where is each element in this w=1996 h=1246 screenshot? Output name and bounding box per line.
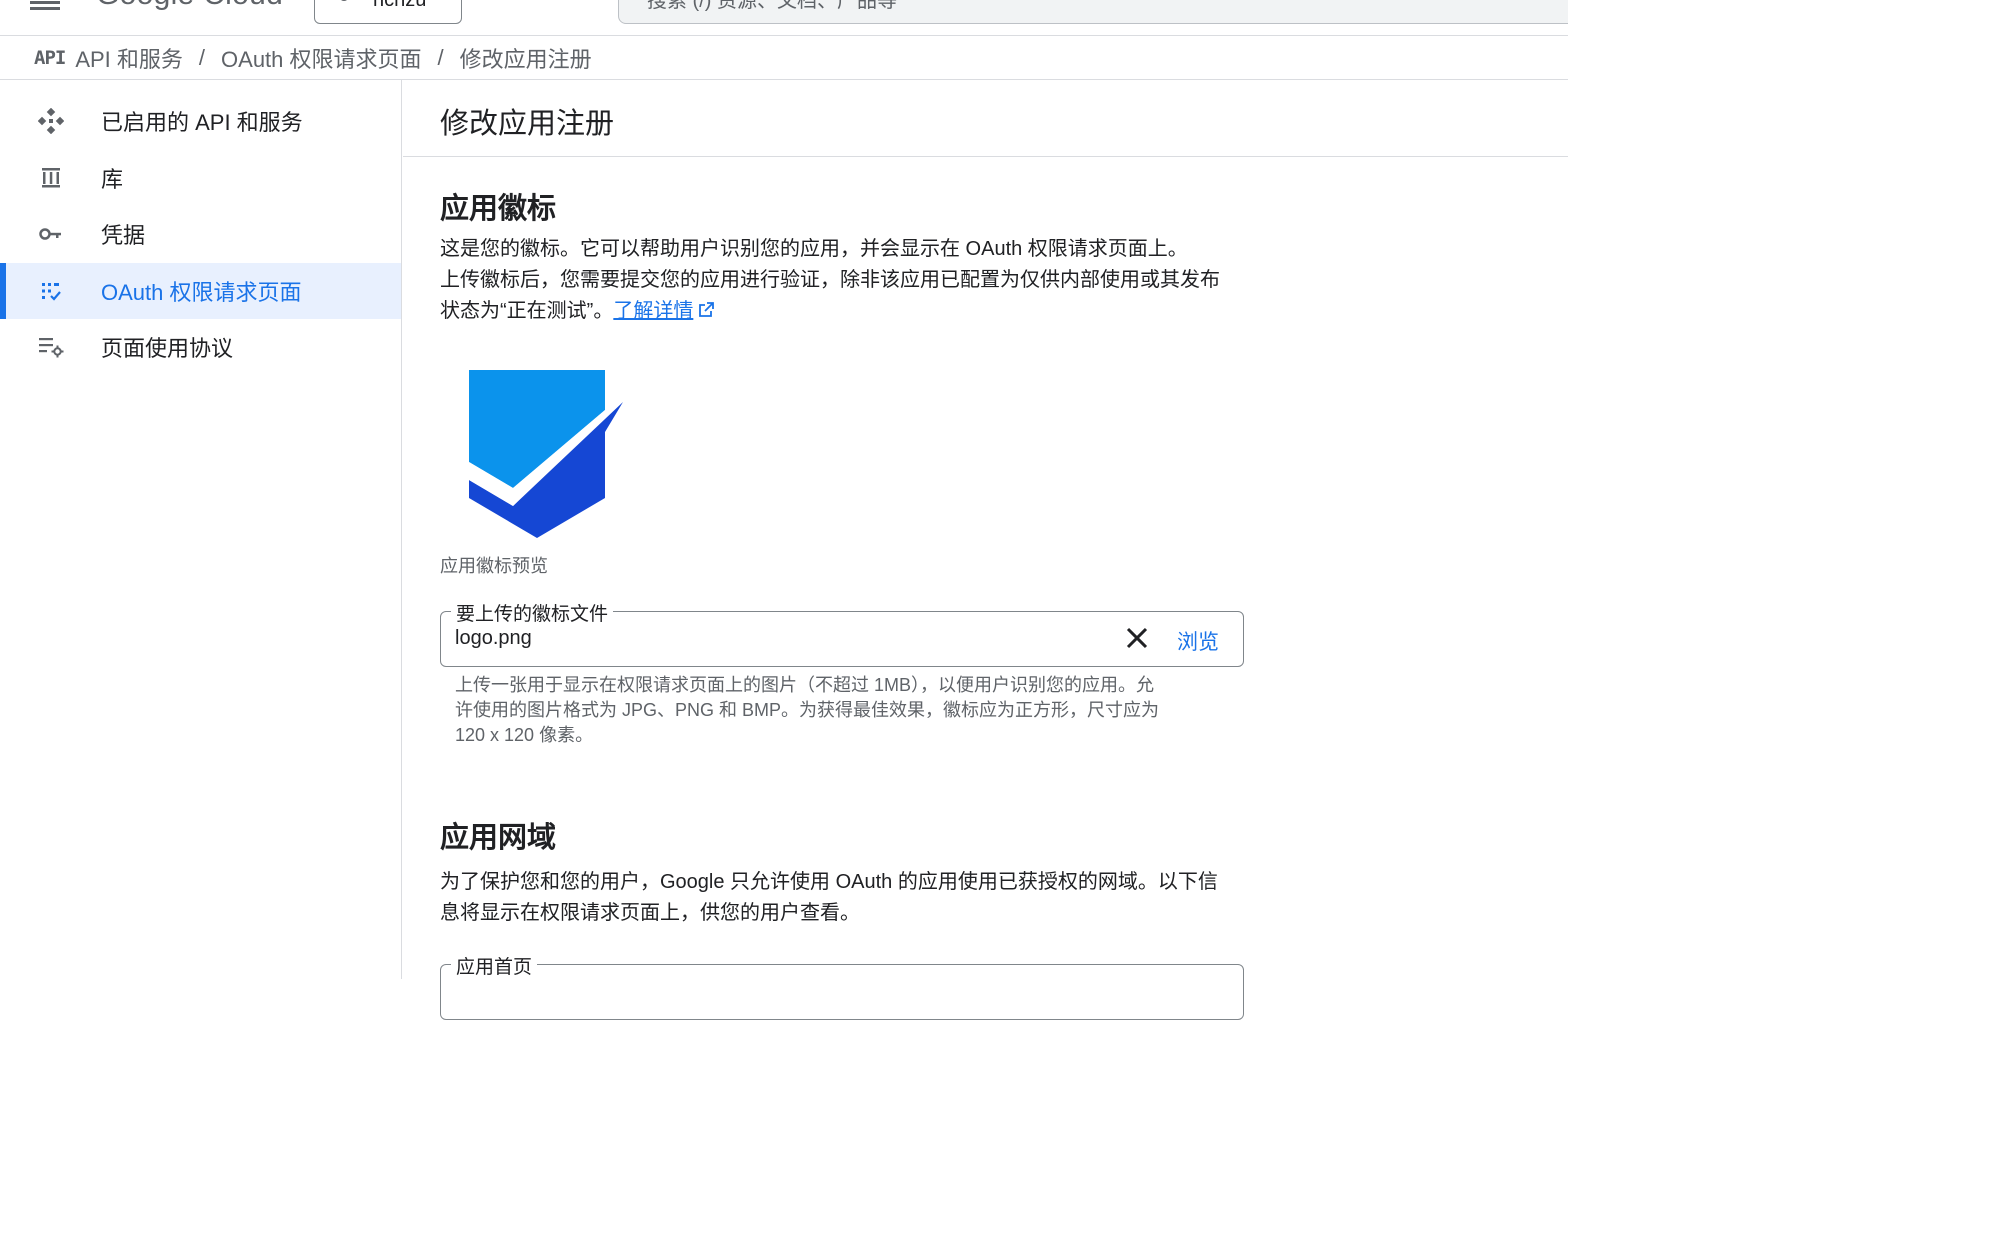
oauth-consent-icon xyxy=(38,278,64,304)
top-app-bar: Google Cloud ncnzu 搜索 (/) 资源、文档、产品等 xyxy=(0,0,1568,36)
logo-file-field-label: 要上传的徽标文件 xyxy=(451,599,614,626)
project-label: ncnzu xyxy=(373,0,427,11)
app-logo-preview-image xyxy=(469,370,623,538)
hint-line: 许使用的图片格式为 JPG、PNG 和 BMP。为获得最佳效果，徽标应为正方形，… xyxy=(455,700,1160,720)
app-domain-section-title: 应用网域 xyxy=(440,822,557,854)
description-line: 息将显示在权限请求页面上，供您的用户查看。 xyxy=(440,902,860,924)
key-icon xyxy=(38,221,64,247)
sidebar-item-oauth-consent[interactable]: OAuth 权限请求页面 xyxy=(0,262,401,319)
library-icon xyxy=(38,165,64,191)
sidebar-item-label: 已启用的 API 和服务 xyxy=(101,110,303,136)
page-title: 修改应用注册 xyxy=(440,108,615,140)
logo-file-name: logo.png xyxy=(455,627,532,649)
description-line: 为了保护您和您的用户，Google 只允许使用 OAuth 的应用使用已获授权的… xyxy=(440,871,1218,893)
logo-file-hint: 上传一张用于显示在权限请求页面上的图片（不超过 1MB），以便用户识别您的应用。… xyxy=(455,673,1215,748)
app-logo-description: 这是您的徽标。它可以帮助用户识别您的应用，并会显示在 OAuth 权限请求页面上… xyxy=(440,234,1250,329)
sidebar-item-enabled-apis[interactable]: 已启用的 API 和服务 xyxy=(0,93,401,150)
breadcrumb: API API 和服务 / OAuth 权限请求页面 / 修改应用注册 xyxy=(0,36,1568,80)
project-picker-button[interactable]: ncnzu xyxy=(314,0,462,24)
sidebar-item-credentials[interactable]: 凭据 xyxy=(0,206,401,263)
search-placeholder: 搜索 (/) 资源、文档、产品等 xyxy=(647,0,897,12)
browse-button[interactable]: 浏览 xyxy=(1177,626,1219,656)
api-icon: API xyxy=(34,46,66,69)
clear-file-button[interactable] xyxy=(1123,624,1151,652)
sidebar-item-page-usage[interactable]: 页面使用协议 xyxy=(0,319,401,376)
app-logo-section-title: 应用徽标 xyxy=(440,193,557,225)
breadcrumb-item-oauth-consent[interactable]: OAuth 权限请求页面 xyxy=(221,42,421,74)
learn-more-link[interactable]: 了解详情 xyxy=(613,300,693,322)
app-domain-description: 为了保护您和您的用户，Google 只允许使用 OAuth 的应用使用已获授权的… xyxy=(440,867,1250,929)
app-homepage-field-label: 应用首页 xyxy=(451,952,538,979)
breadcrumb-separator: / xyxy=(437,44,444,70)
page-usage-icon xyxy=(38,334,64,360)
description-text: 状态为“正在测试”。 xyxy=(440,300,614,322)
description-line: 状态为“正在测试”。了解详情 xyxy=(440,296,1250,329)
main-content: 修改应用注册 应用徽标 这是您的徽标。它可以帮助用户识别您的应用，并会显示在 O… xyxy=(403,80,1568,1020)
logo-file-field[interactable]: 要上传的徽标文件 logo.png 浏览 xyxy=(440,599,1244,667)
learn-more-label: 了解详情 xyxy=(613,300,694,322)
hint-line: 120 x 120 像素。 xyxy=(455,725,594,745)
sidebar-item-label: 库 xyxy=(101,166,124,192)
sidebar-item-label: 凭据 xyxy=(101,223,146,249)
google-cloud-logo[interactable]: Google Cloud xyxy=(96,0,283,12)
app-homepage-field[interactable]: 应用首页 xyxy=(440,952,1244,1020)
api-services-icon xyxy=(38,108,64,135)
sidebar-item-library[interactable]: 库 xyxy=(0,150,401,207)
description-line: 上传徽标后，您需要提交您的应用进行验证，除非该应用已配置为仅供内部使用或其发布 xyxy=(440,269,1220,291)
project-icon xyxy=(339,0,349,1)
sidebar-item-label: 页面使用协议 xyxy=(101,336,234,362)
hint-line: 上传一张用于显示在权限请求页面上的图片（不超过 1MB），以便用户识别您的应用。… xyxy=(455,675,1155,695)
breadcrumb-item-edit-registration: 修改应用注册 xyxy=(459,46,592,72)
main-menu-icon[interactable] xyxy=(30,0,60,10)
logo-preview-caption: 应用徽标预览 xyxy=(440,556,548,576)
sidebar-nav: 已启用的 API 和服务 库 凭据 OAuth 权限请求页面 页面使用协议 xyxy=(0,80,402,979)
breadcrumb-separator: / xyxy=(198,44,206,70)
page-title-bar: 修改应用注册 xyxy=(403,80,1568,157)
external-link-icon xyxy=(697,298,715,329)
breadcrumb-item-api-services[interactable]: API 和服务 xyxy=(75,42,183,74)
description-line: 这是您的徽标。它可以帮助用户识别您的应用，并会显示在 OAuth 权限请求页面上… xyxy=(440,238,1188,260)
close-icon xyxy=(1126,627,1148,649)
search-input[interactable]: 搜索 (/) 资源、文档、产品等 xyxy=(618,0,1568,24)
sidebar-item-label: OAuth 权限请求页面 xyxy=(101,279,302,305)
